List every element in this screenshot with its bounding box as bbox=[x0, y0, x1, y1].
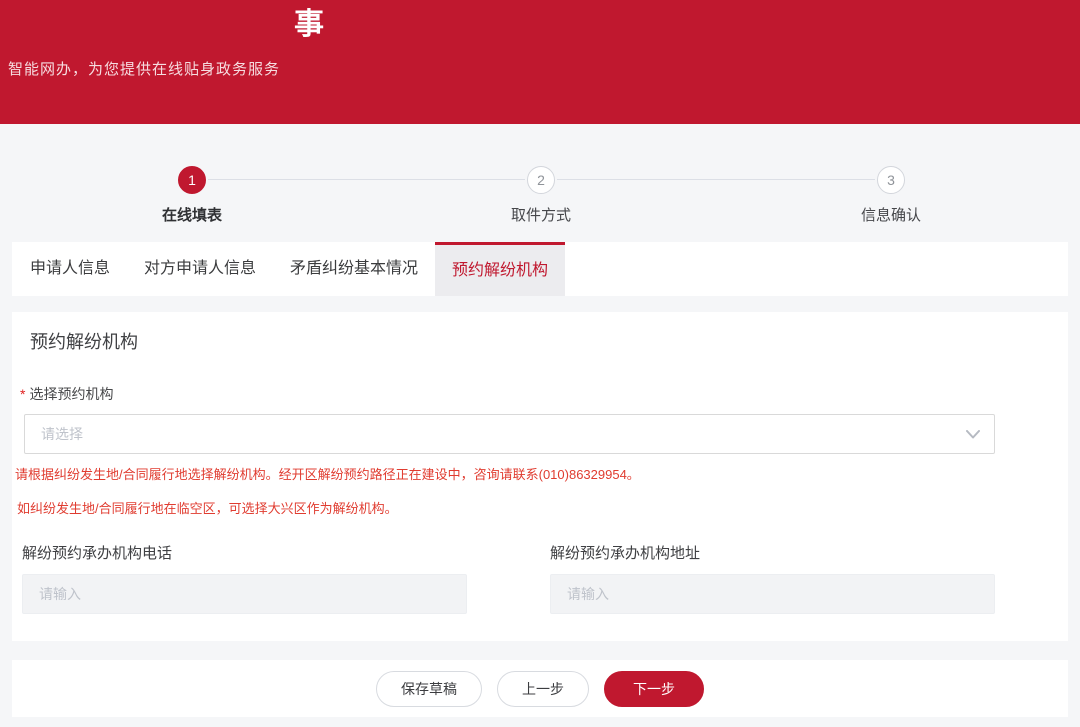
action-bar: 保存草稿 上一步 下一步 bbox=[12, 660, 1068, 717]
tab-applicant-info[interactable]: 申请人信息 bbox=[13, 242, 127, 296]
phone-input[interactable] bbox=[22, 574, 467, 614]
select-placeholder: 请选择 bbox=[41, 424, 966, 444]
select-org-dropdown[interactable]: 请选择 bbox=[24, 414, 995, 454]
note-linkong-district: 如纠纷发生地/合同履行地在临空区，可选择大兴区作为解纷机构。 bbox=[17, 498, 398, 517]
stepper: 1 2 3 在线填表 取件方式 信息确认 bbox=[0, 124, 1080, 242]
select-org-label: *选择预约机构 bbox=[20, 384, 113, 404]
required-asterisk: * bbox=[20, 386, 25, 402]
note-select-org: 请根据纠纷发生地/合同履行地选择解纷机构。经开区解纷预约路径正在建设中，咨询请联… bbox=[15, 464, 640, 483]
tab-counterparty-info[interactable]: 对方申请人信息 bbox=[127, 242, 273, 296]
select-org-label-text: 选择预约机构 bbox=[29, 386, 113, 402]
stepper-connector-1 bbox=[208, 179, 525, 180]
prev-step-button[interactable]: 上一步 bbox=[497, 671, 589, 707]
step-3-circle: 3 bbox=[877, 166, 905, 194]
address-label: 解纷预约承办机构地址 bbox=[550, 542, 700, 563]
tab-dispute-basic-info[interactable]: 矛盾纠纷基本情况 bbox=[273, 242, 435, 296]
tab-reserve-mediation-org[interactable]: 预约解纷机构 bbox=[435, 242, 565, 296]
step-1-label: 在线填表 bbox=[162, 204, 222, 225]
site-header: 事 智能网办，为您提供在线贴身政务服务 bbox=[0, 0, 1080, 124]
address-input[interactable] bbox=[550, 574, 995, 614]
step-3-label: 信息确认 bbox=[861, 204, 921, 225]
save-draft-button[interactable]: 保存草稿 bbox=[376, 671, 482, 707]
chevron-down-icon bbox=[966, 430, 980, 439]
next-step-button[interactable]: 下一步 bbox=[604, 671, 704, 707]
phone-label: 解纷预约承办机构电话 bbox=[22, 542, 172, 563]
step-2-circle: 2 bbox=[527, 166, 555, 194]
section-title: 预约解纷机构 bbox=[30, 328, 138, 354]
stepper-connector-2 bbox=[557, 179, 875, 180]
tab-bar: 申请人信息 对方申请人信息 矛盾纠纷基本情况 预约解纷机构 bbox=[12, 242, 1068, 296]
step-1-circle: 1 bbox=[178, 166, 206, 194]
logo-glyph: 事 bbox=[294, 6, 324, 44]
header-slogan: 智能网办，为您提供在线贴身政务服务 bbox=[8, 58, 280, 79]
page: 事 智能网办，为您提供在线贴身政务服务 1 2 3 在线填表 取件方式 信息确认… bbox=[0, 0, 1080, 727]
form-panel: 预约解纷机构 *选择预约机构 请选择 请根据纠纷发生地/合同履行地选择解纷机构。… bbox=[12, 312, 1068, 641]
step-2-label: 取件方式 bbox=[511, 204, 571, 225]
